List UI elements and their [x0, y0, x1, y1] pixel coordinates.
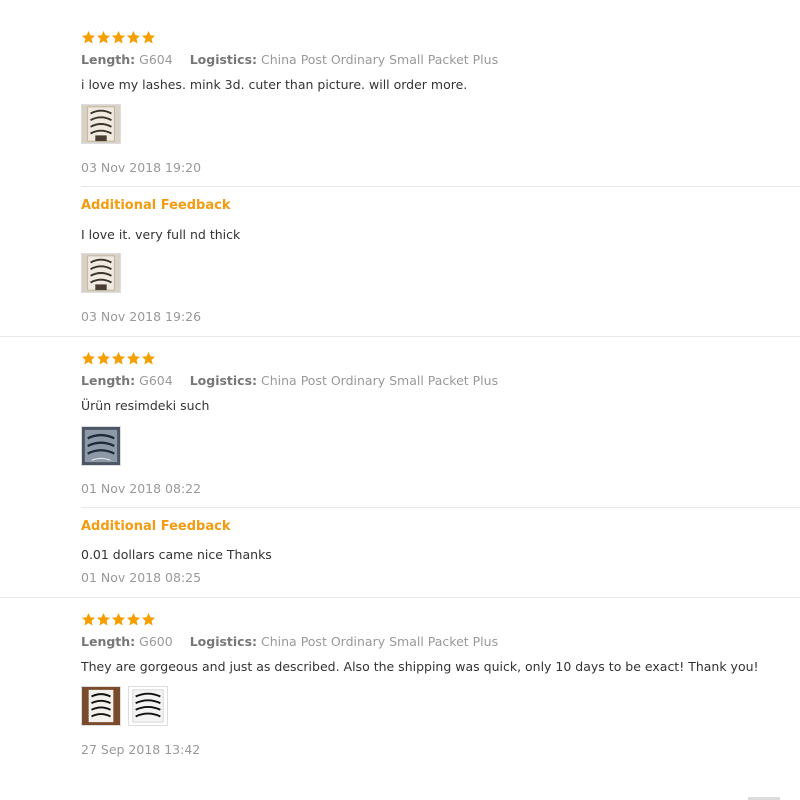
- review-photo-thumbnail[interactable]: [81, 686, 121, 726]
- divider: [81, 507, 800, 508]
- length-value: G604: [139, 373, 173, 388]
- logistics-value: China Post Ordinary Small Packet Plus: [261, 634, 499, 649]
- review-photo-thumbnail[interactable]: [81, 426, 121, 466]
- star-icon: [141, 351, 156, 366]
- review-meta: Length: G604 Logistics: China Post Ordin…: [81, 373, 498, 388]
- additional-feedback-date: 01 Nov 2018 08:25: [81, 570, 202, 585]
- additional-feedback-heading: Additional Feedback: [81, 519, 231, 534]
- review-photo-thumbnail[interactable]: [81, 104, 121, 144]
- star-icon: [96, 351, 111, 366]
- star-icon: [126, 351, 141, 366]
- star-icon: [81, 612, 96, 627]
- review-date: 01 Nov 2018 08:22: [81, 481, 202, 496]
- additional-feedback-text: 0.01 dollars came nice Thanks: [81, 547, 272, 562]
- review-meta: Length: G600 Logistics: China Post Ordin…: [81, 634, 498, 649]
- additional-feedback-text: I love it. very full nd thick: [81, 227, 241, 242]
- review-text: i love my lashes. mink 3d. cuter than pi…: [81, 77, 468, 92]
- logistics-label: Logistics:: [189, 373, 258, 388]
- length-value: G600: [139, 634, 173, 649]
- additional-feedback-date: 03 Nov 2018 19:26: [81, 309, 202, 324]
- star-icon: [96, 612, 111, 627]
- review-text: Ürün resimdeki such: [81, 398, 210, 413]
- logistics-value: China Post Ordinary Small Packet Plus: [261, 52, 499, 67]
- review-text: They are gorgeous and just as described.…: [81, 659, 759, 674]
- review-divider: [0, 597, 800, 598]
- star-icon: [126, 612, 141, 627]
- logistics-label: Logistics:: [189, 634, 258, 649]
- star-rating: [81, 351, 156, 367]
- logistics-label: Logistics:: [189, 52, 258, 67]
- review-date: 27 Sep 2018 13:42: [81, 742, 201, 757]
- star-icon: [111, 30, 126, 45]
- review-date: 03 Nov 2018 19:20: [81, 160, 202, 175]
- star-icon: [111, 612, 126, 627]
- star-icon: [111, 351, 126, 366]
- length-label: Length:: [81, 634, 136, 649]
- star-rating: [81, 612, 156, 628]
- length-value: G604: [139, 52, 173, 67]
- additional-feedback-heading: Additional Feedback: [81, 198, 231, 213]
- star-rating: [81, 30, 156, 46]
- length-label: Length:: [81, 373, 136, 388]
- star-icon: [141, 612, 156, 627]
- review-divider: [0, 336, 800, 337]
- star-icon: [141, 30, 156, 45]
- star-icon: [81, 351, 96, 366]
- additional-feedback-photo-thumbnail[interactable]: [81, 253, 121, 293]
- review-meta: Length: G604 Logistics: China Post Ordin…: [81, 52, 498, 67]
- logistics-value: China Post Ordinary Small Packet Plus: [261, 373, 499, 388]
- star-icon: [96, 30, 111, 45]
- review-photo-thumbnail[interactable]: [128, 686, 168, 726]
- divider: [81, 186, 800, 187]
- length-label: Length:: [81, 52, 136, 67]
- star-icon: [126, 30, 141, 45]
- star-icon: [81, 30, 96, 45]
